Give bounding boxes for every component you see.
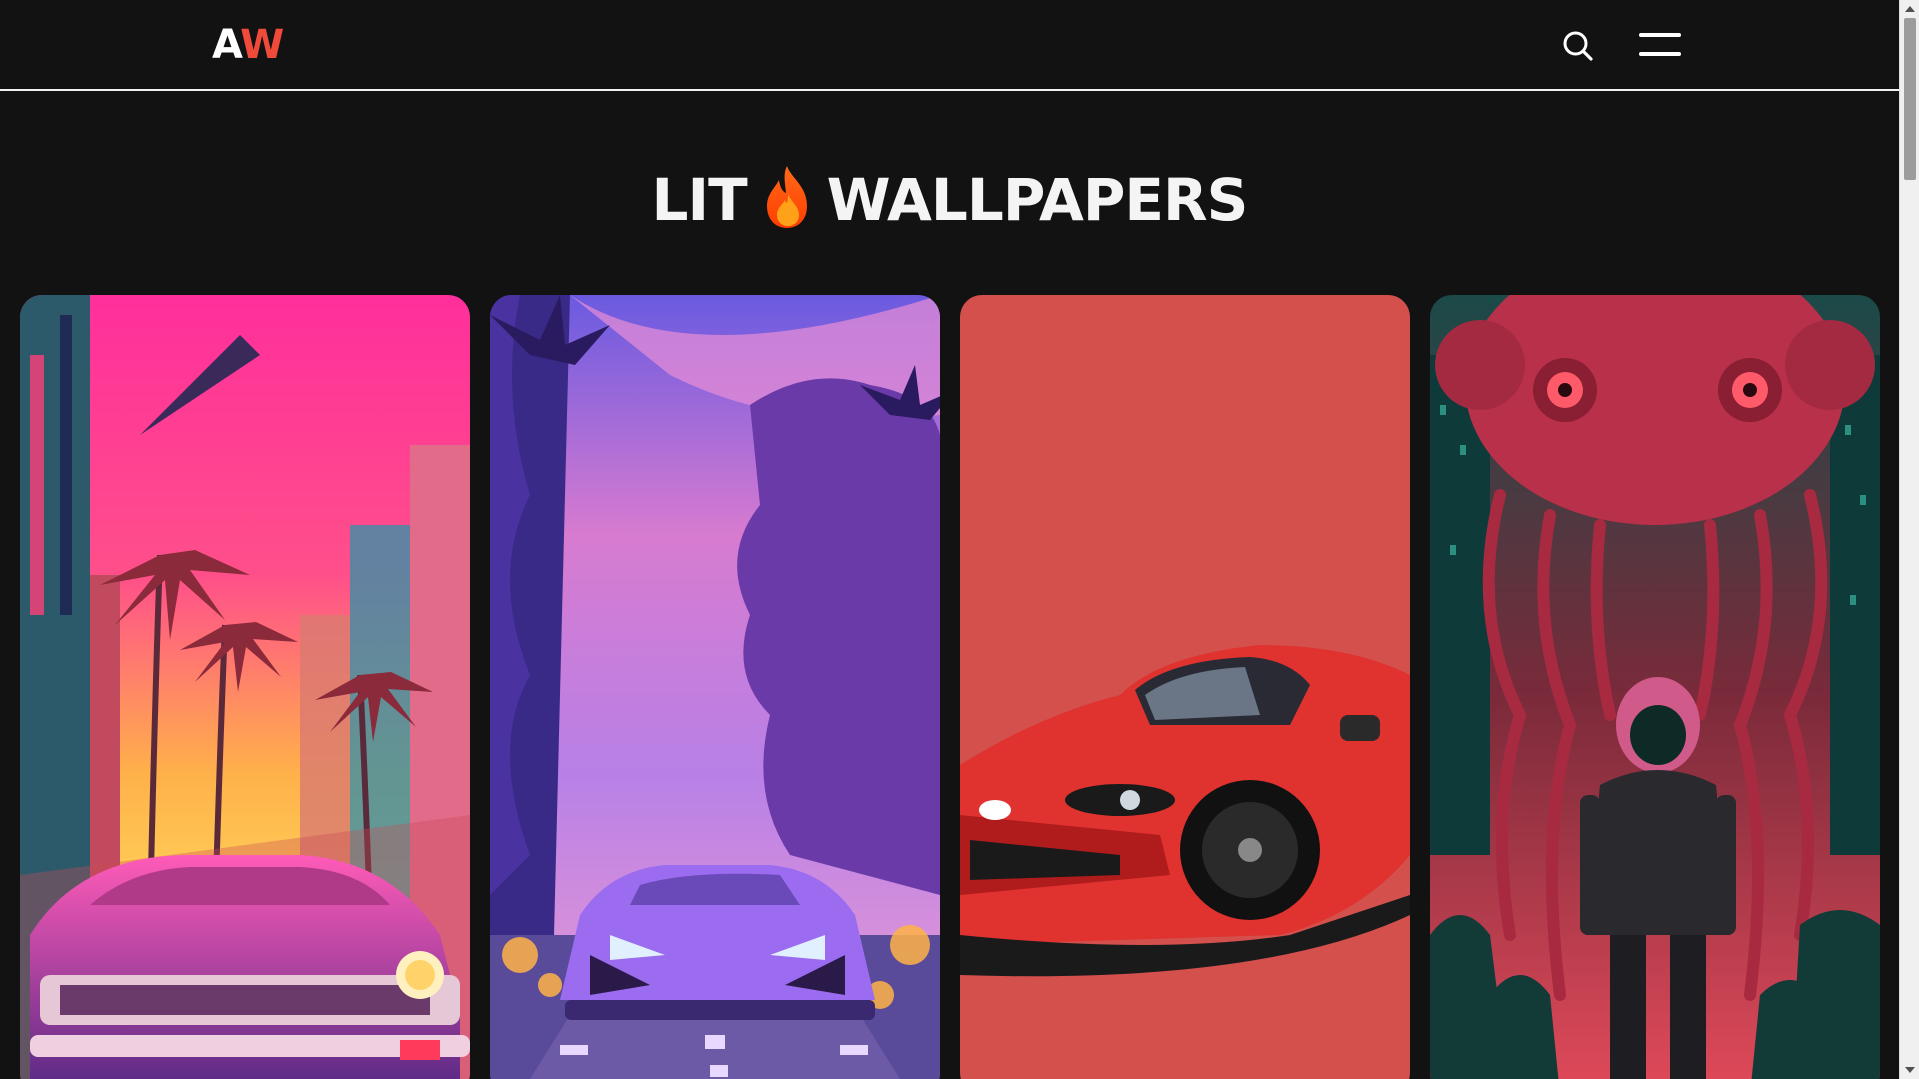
- wallpaper-image: [490, 295, 940, 1079]
- wallpaper-image: [20, 295, 470, 1079]
- scroll-thumb[interactable]: [1904, 18, 1916, 180]
- menu-button[interactable]: [1639, 30, 1681, 60]
- wallpaper-image: [960, 295, 1410, 1079]
- title-lit: LIT: [651, 166, 748, 234]
- scroll-up-arrow-icon[interactable]: [1905, 6, 1915, 12]
- hamburger-menu-icon: [1639, 33, 1681, 37]
- title-wallpapers: WALLPAPERS: [826, 166, 1249, 234]
- scroll-down-arrow-icon[interactable]: [1905, 1067, 1915, 1073]
- logo-letter-w: W: [240, 22, 284, 68]
- wallpaper-card-red-roadster[interactable]: [960, 295, 1410, 1079]
- page-title: LIT WALLPAPERS: [0, 160, 1899, 240]
- site-logo[interactable]: AW: [212, 22, 284, 68]
- wallpaper-card-octopus-astronaut[interactable]: [1430, 295, 1880, 1079]
- fire-icon: [766, 166, 807, 228]
- wallpaper-card-purple-supercar[interactable]: [490, 295, 940, 1079]
- logo-letter-a: A: [212, 22, 241, 68]
- wallpaper-image: [1430, 295, 1880, 1079]
- wallpaper-card-retro-car[interactable]: [20, 295, 470, 1079]
- site-header: AW: [0, 0, 1899, 91]
- page-scrollbar[interactable]: [1899, 0, 1919, 1079]
- search-icon: [1563, 31, 1593, 61]
- search-button[interactable]: [1560, 28, 1596, 64]
